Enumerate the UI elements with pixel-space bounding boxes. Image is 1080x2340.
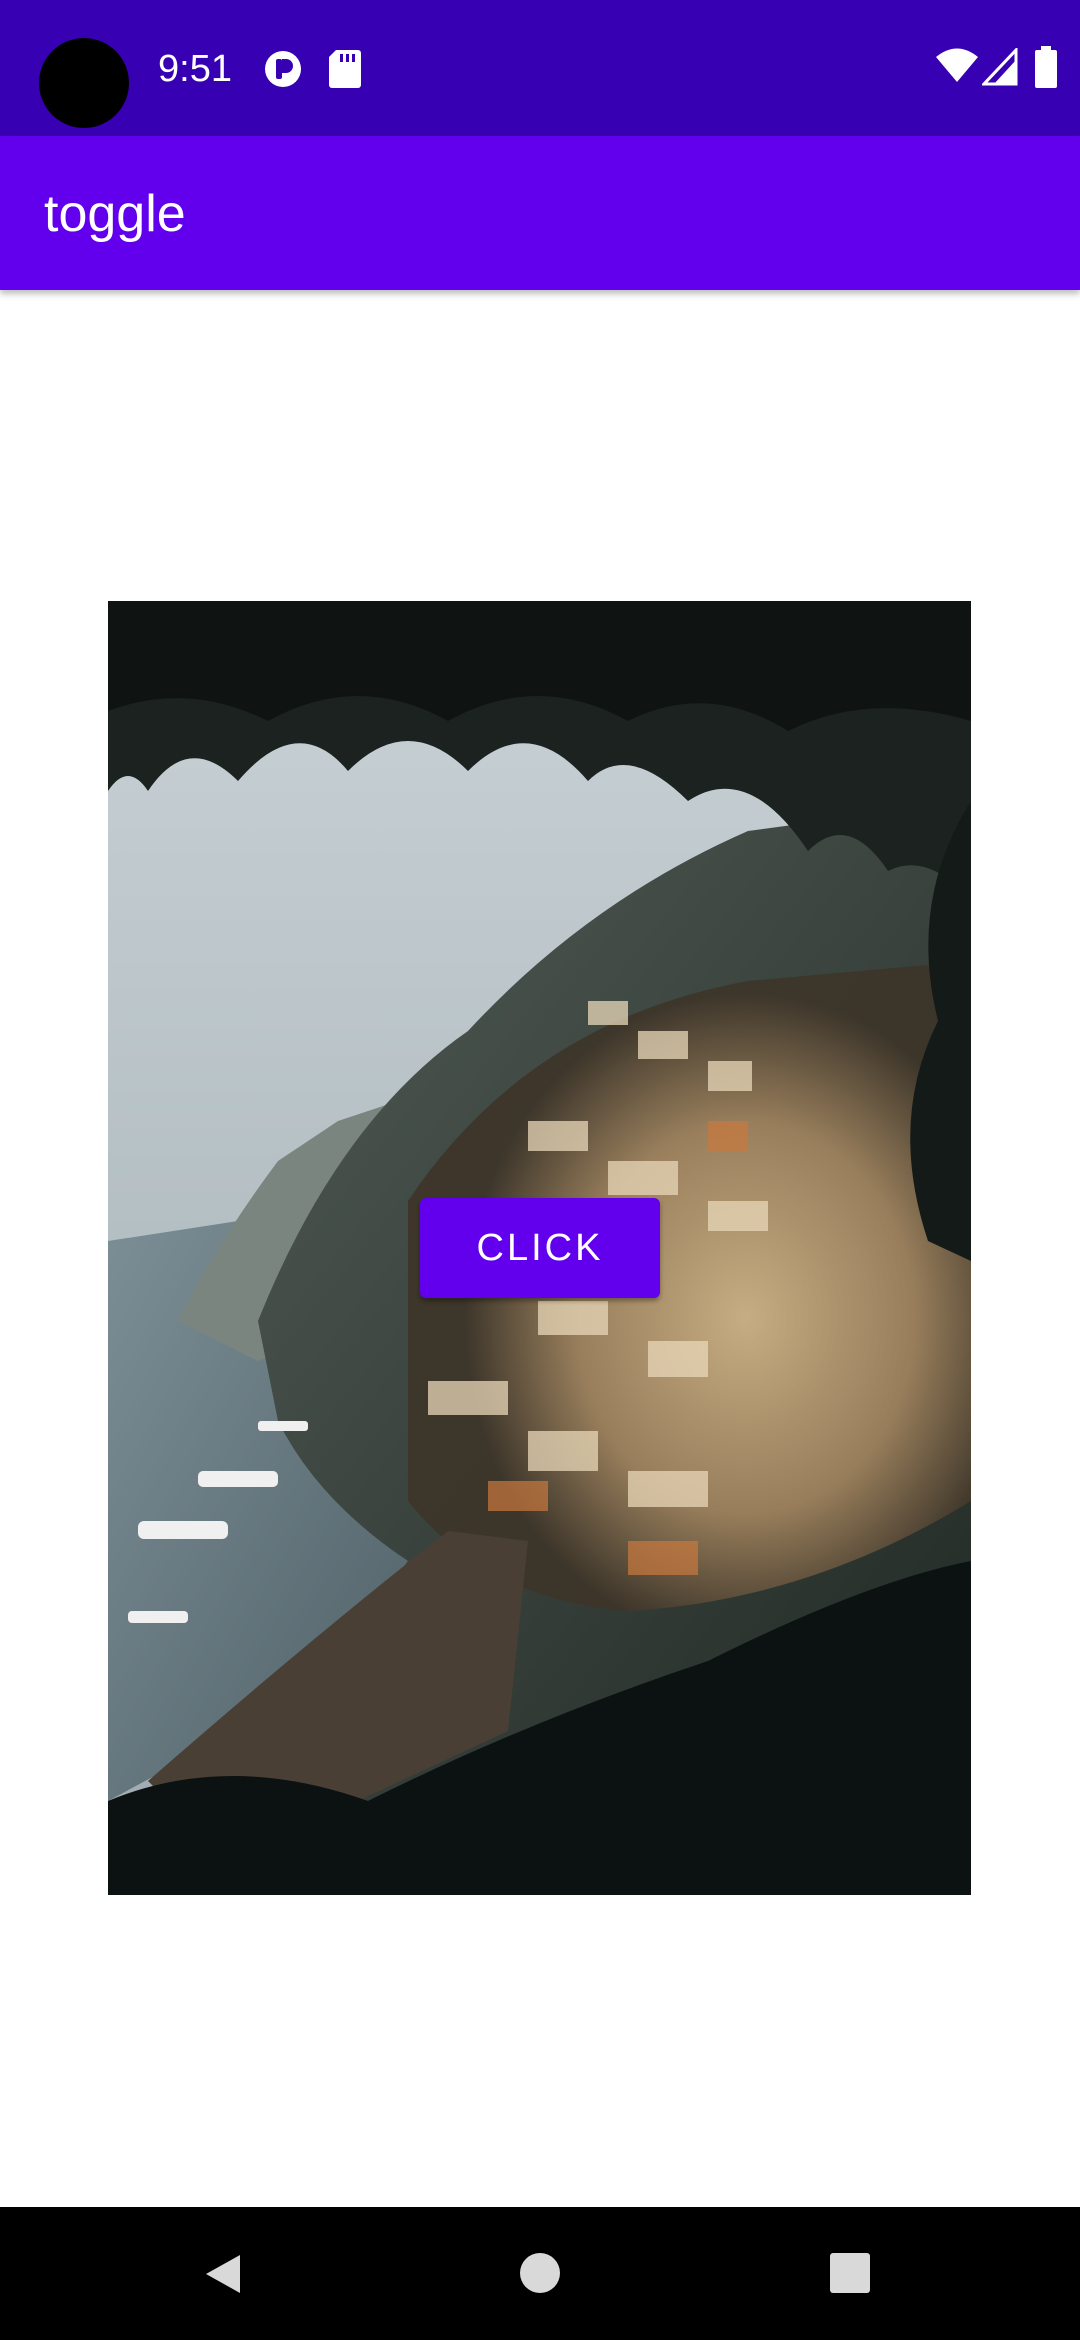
- camera-cutout: [39, 38, 129, 128]
- back-icon[interactable]: [200, 2251, 246, 2297]
- sd-card-icon: [329, 50, 361, 88]
- recents-icon[interactable]: [829, 2252, 871, 2294]
- notification-icon: [265, 51, 301, 87]
- click-button[interactable]: CLICK: [420, 1198, 660, 1298]
- status-time: 9:51: [158, 48, 232, 90]
- home-icon[interactable]: [518, 2251, 562, 2295]
- main-content: CLICK: [0, 290, 1080, 2207]
- app-bar: toggle: [0, 136, 1080, 290]
- wifi-icon: [936, 48, 978, 82]
- battery-icon: [1035, 46, 1057, 88]
- app-title: toggle: [44, 185, 186, 243]
- signal-icon: [982, 48, 1018, 86]
- navigation-bar: [0, 2207, 1080, 2340]
- status-bar: 9:51: [0, 0, 1080, 136]
